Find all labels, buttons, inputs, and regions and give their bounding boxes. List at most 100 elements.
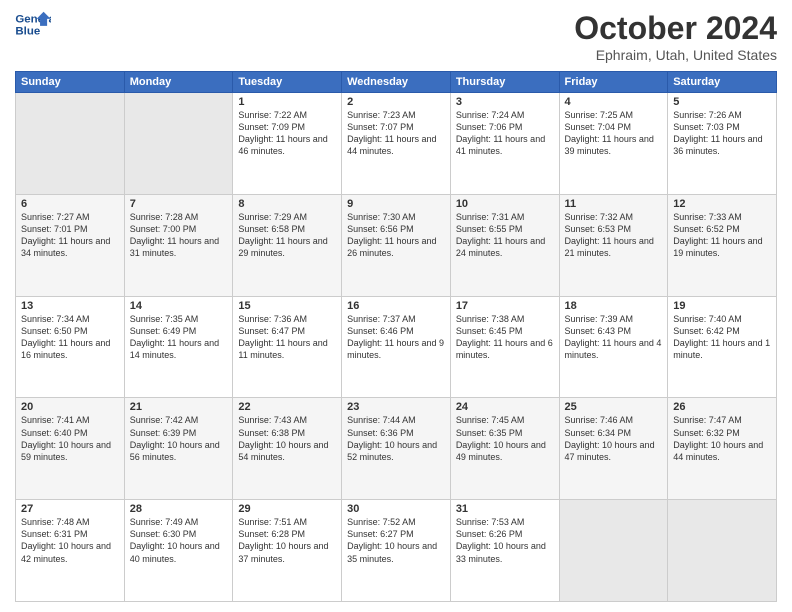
calendar-cell: 8Sunrise: 7:29 AM Sunset: 6:58 PM Daylig…: [233, 194, 342, 296]
day-info: Sunrise: 7:37 AM Sunset: 6:46 PM Dayligh…: [347, 313, 445, 362]
calendar-cell: [124, 93, 233, 195]
day-number: 18: [565, 300, 663, 312]
calendar-cell: 18Sunrise: 7:39 AM Sunset: 6:43 PM Dayli…: [559, 296, 668, 398]
day-info: Sunrise: 7:33 AM Sunset: 6:52 PM Dayligh…: [673, 211, 771, 260]
week-row-2: 6Sunrise: 7:27 AM Sunset: 7:01 PM Daylig…: [16, 194, 777, 296]
calendar-cell: 9Sunrise: 7:30 AM Sunset: 6:56 PM Daylig…: [342, 194, 451, 296]
calendar-cell: 6Sunrise: 7:27 AM Sunset: 7:01 PM Daylig…: [16, 194, 125, 296]
day-info: Sunrise: 7:34 AM Sunset: 6:50 PM Dayligh…: [21, 313, 119, 362]
calendar-cell: 7Sunrise: 7:28 AM Sunset: 7:00 PM Daylig…: [124, 194, 233, 296]
calendar-cell: [559, 500, 668, 602]
day-info: Sunrise: 7:24 AM Sunset: 7:06 PM Dayligh…: [456, 109, 554, 158]
calendar-cell: 2Sunrise: 7:23 AM Sunset: 7:07 PM Daylig…: [342, 93, 451, 195]
day-number: 4: [565, 96, 663, 108]
weekday-header-saturday: Saturday: [668, 72, 777, 93]
calendar-cell: 15Sunrise: 7:36 AM Sunset: 6:47 PM Dayli…: [233, 296, 342, 398]
day-info: Sunrise: 7:53 AM Sunset: 6:26 PM Dayligh…: [456, 516, 554, 565]
calendar-cell: 14Sunrise: 7:35 AM Sunset: 6:49 PM Dayli…: [124, 296, 233, 398]
title-block: October 2024 Ephraim, Utah, United State…: [574, 10, 777, 63]
day-number: 3: [456, 96, 554, 108]
day-info: Sunrise: 7:32 AM Sunset: 6:53 PM Dayligh…: [565, 211, 663, 260]
location: Ephraim, Utah, United States: [574, 47, 777, 63]
calendar-cell: 19Sunrise: 7:40 AM Sunset: 6:42 PM Dayli…: [668, 296, 777, 398]
calendar-cell: 28Sunrise: 7:49 AM Sunset: 6:30 PM Dayli…: [124, 500, 233, 602]
calendar-cell: 10Sunrise: 7:31 AM Sunset: 6:55 PM Dayli…: [450, 194, 559, 296]
day-number: 15: [238, 300, 336, 312]
logo-icon: General Blue: [15, 10, 51, 40]
calendar-cell: 13Sunrise: 7:34 AM Sunset: 6:50 PM Dayli…: [16, 296, 125, 398]
week-row-4: 20Sunrise: 7:41 AM Sunset: 6:40 PM Dayli…: [16, 398, 777, 500]
weekday-header-wednesday: Wednesday: [342, 72, 451, 93]
weekday-header-friday: Friday: [559, 72, 668, 93]
week-row-5: 27Sunrise: 7:48 AM Sunset: 6:31 PM Dayli…: [16, 500, 777, 602]
calendar-cell: 26Sunrise: 7:47 AM Sunset: 6:32 PM Dayli…: [668, 398, 777, 500]
calendar-cell: 12Sunrise: 7:33 AM Sunset: 6:52 PM Dayli…: [668, 194, 777, 296]
day-info: Sunrise: 7:52 AM Sunset: 6:27 PM Dayligh…: [347, 516, 445, 565]
calendar-cell: 11Sunrise: 7:32 AM Sunset: 6:53 PM Dayli…: [559, 194, 668, 296]
day-number: 29: [238, 503, 336, 515]
day-number: 14: [130, 300, 228, 312]
day-info: Sunrise: 7:30 AM Sunset: 6:56 PM Dayligh…: [347, 211, 445, 260]
day-info: Sunrise: 7:51 AM Sunset: 6:28 PM Dayligh…: [238, 516, 336, 565]
day-info: Sunrise: 7:22 AM Sunset: 7:09 PM Dayligh…: [238, 109, 336, 158]
month-title: October 2024: [574, 10, 777, 47]
day-number: 7: [130, 198, 228, 210]
calendar-cell: 21Sunrise: 7:42 AM Sunset: 6:39 PM Dayli…: [124, 398, 233, 500]
day-info: Sunrise: 7:35 AM Sunset: 6:49 PM Dayligh…: [130, 313, 228, 362]
day-info: Sunrise: 7:29 AM Sunset: 6:58 PM Dayligh…: [238, 211, 336, 260]
day-number: 24: [456, 401, 554, 413]
day-number: 25: [565, 401, 663, 413]
calendar-cell: 5Sunrise: 7:26 AM Sunset: 7:03 PM Daylig…: [668, 93, 777, 195]
day-number: 10: [456, 198, 554, 210]
calendar-cell: 22Sunrise: 7:43 AM Sunset: 6:38 PM Dayli…: [233, 398, 342, 500]
day-info: Sunrise: 7:39 AM Sunset: 6:43 PM Dayligh…: [565, 313, 663, 362]
calendar-cell: 29Sunrise: 7:51 AM Sunset: 6:28 PM Dayli…: [233, 500, 342, 602]
weekday-header-row: SundayMondayTuesdayWednesdayThursdayFrid…: [16, 72, 777, 93]
calendar-cell: 17Sunrise: 7:38 AM Sunset: 6:45 PM Dayli…: [450, 296, 559, 398]
page: General Blue October 2024 Ephraim, Utah,…: [0, 0, 792, 612]
calendar-cell: 27Sunrise: 7:48 AM Sunset: 6:31 PM Dayli…: [16, 500, 125, 602]
day-number: 19: [673, 300, 771, 312]
day-info: Sunrise: 7:49 AM Sunset: 6:30 PM Dayligh…: [130, 516, 228, 565]
day-number: 16: [347, 300, 445, 312]
calendar-cell: 1Sunrise: 7:22 AM Sunset: 7:09 PM Daylig…: [233, 93, 342, 195]
day-number: 23: [347, 401, 445, 413]
day-number: 11: [565, 198, 663, 210]
header: General Blue October 2024 Ephraim, Utah,…: [15, 10, 777, 63]
weekday-header-sunday: Sunday: [16, 72, 125, 93]
svg-text:Blue: Blue: [15, 26, 40, 38]
calendar-cell: 20Sunrise: 7:41 AM Sunset: 6:40 PM Dayli…: [16, 398, 125, 500]
day-number: 26: [673, 401, 771, 413]
day-info: Sunrise: 7:47 AM Sunset: 6:32 PM Dayligh…: [673, 414, 771, 463]
calendar-cell: 24Sunrise: 7:45 AM Sunset: 6:35 PM Dayli…: [450, 398, 559, 500]
day-number: 28: [130, 503, 228, 515]
day-info: Sunrise: 7:31 AM Sunset: 6:55 PM Dayligh…: [456, 211, 554, 260]
day-number: 1: [238, 96, 336, 108]
calendar-cell: 3Sunrise: 7:24 AM Sunset: 7:06 PM Daylig…: [450, 93, 559, 195]
calendar-cell: 30Sunrise: 7:52 AM Sunset: 6:27 PM Dayli…: [342, 500, 451, 602]
day-info: Sunrise: 7:25 AM Sunset: 7:04 PM Dayligh…: [565, 109, 663, 158]
day-info: Sunrise: 7:28 AM Sunset: 7:00 PM Dayligh…: [130, 211, 228, 260]
day-info: Sunrise: 7:26 AM Sunset: 7:03 PM Dayligh…: [673, 109, 771, 158]
day-number: 5: [673, 96, 771, 108]
calendar-table: SundayMondayTuesdayWednesdayThursdayFrid…: [15, 71, 777, 602]
day-number: 9: [347, 198, 445, 210]
calendar-cell: [16, 93, 125, 195]
calendar-cell: 16Sunrise: 7:37 AM Sunset: 6:46 PM Dayli…: [342, 296, 451, 398]
calendar-cell: 4Sunrise: 7:25 AM Sunset: 7:04 PM Daylig…: [559, 93, 668, 195]
day-info: Sunrise: 7:45 AM Sunset: 6:35 PM Dayligh…: [456, 414, 554, 463]
week-row-1: 1Sunrise: 7:22 AM Sunset: 7:09 PM Daylig…: [16, 93, 777, 195]
calendar-cell: 23Sunrise: 7:44 AM Sunset: 6:36 PM Dayli…: [342, 398, 451, 500]
day-number: 8: [238, 198, 336, 210]
day-info: Sunrise: 7:36 AM Sunset: 6:47 PM Dayligh…: [238, 313, 336, 362]
day-info: Sunrise: 7:48 AM Sunset: 6:31 PM Dayligh…: [21, 516, 119, 565]
day-number: 31: [456, 503, 554, 515]
day-info: Sunrise: 7:43 AM Sunset: 6:38 PM Dayligh…: [238, 414, 336, 463]
logo: General Blue: [15, 10, 51, 40]
weekday-header-monday: Monday: [124, 72, 233, 93]
day-number: 22: [238, 401, 336, 413]
day-number: 27: [21, 503, 119, 515]
day-number: 30: [347, 503, 445, 515]
day-number: 21: [130, 401, 228, 413]
day-info: Sunrise: 7:40 AM Sunset: 6:42 PM Dayligh…: [673, 313, 771, 362]
